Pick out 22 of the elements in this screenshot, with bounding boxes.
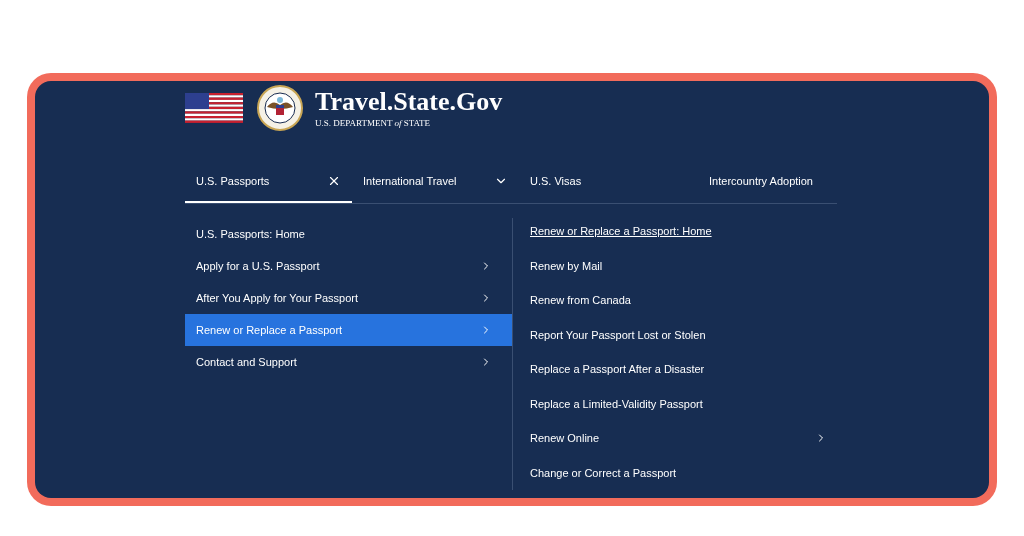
site-subtitle: U.S. DEPARTMENT of STATE — [315, 117, 432, 129]
menu-item[interactable]: U.S. Passports: Home — [185, 218, 512, 250]
site-title: Travel.State.Gov — [315, 87, 503, 117]
flag-icon — [185, 93, 243, 123]
submenu-link[interactable]: Replace a Passport After a Disaster — [513, 352, 837, 387]
menu-item[interactable]: Renew or Replace a Passport — [185, 314, 512, 346]
seal-icon — [257, 85, 303, 131]
submenu-link[interactable]: Renew or Replace a Passport: Home — [513, 214, 837, 249]
submenu-link[interactable]: Renew Online — [513, 421, 837, 456]
menu-item[interactable]: Apply for a U.S. Passport — [185, 250, 512, 282]
submenu-link[interactable]: Renew by Mail — [513, 248, 837, 283]
submenu-link[interactable]: Report Your Passport Lost or Stolen — [513, 317, 837, 352]
menu-item[interactable]: Contact and Support — [185, 346, 512, 378]
close-icon — [327, 174, 341, 188]
nav-tab[interactable]: U.S. Visas — [519, 161, 686, 203]
menu-item[interactable]: After You Apply for Your Passport — [185, 282, 512, 314]
nav-tab[interactable]: U.S. Passports — [185, 161, 352, 203]
submenu-link[interactable]: Renew from Canada — [513, 283, 837, 318]
nav-tab[interactable]: Intercountry Adoption — [686, 161, 837, 203]
submenu-link[interactable]: Replace a Limited-Validity Passport — [513, 386, 837, 421]
nav-tab[interactable]: International Travel — [352, 161, 519, 203]
submenu-link[interactable]: Change or Correct a Passport — [513, 455, 837, 490]
